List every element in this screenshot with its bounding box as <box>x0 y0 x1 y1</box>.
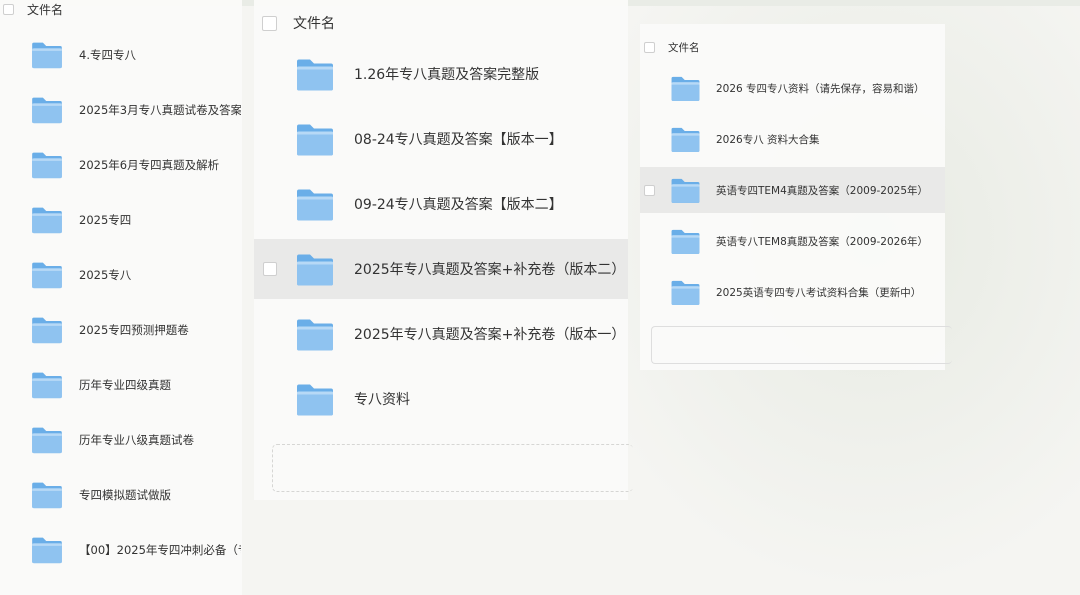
file-name-label[interactable]: 2025专四 <box>79 212 131 228</box>
file-name-label[interactable]: 【00】2025年专四冲刺必备（专项）（更新） <box>79 542 241 558</box>
file-row[interactable]: 英语专八TEM8真题及答案（2009-2026年） <box>640 219 945 265</box>
column-header-filename: 文件名 <box>293 16 335 32</box>
file-row[interactable]: 2025年6月专四真题及解析 <box>0 137 242 192</box>
file-row[interactable]: 2025英语专四专八考试资料合集（更新中） <box>640 270 945 316</box>
folder-icon <box>30 261 64 289</box>
file-row[interactable]: 2026专八 资料大合集 <box>640 116 945 162</box>
folder-icon <box>30 151 64 179</box>
folder-icon <box>295 252 335 287</box>
file-name-label[interactable]: 专八资料 <box>354 389 410 409</box>
folder-icon <box>295 317 335 352</box>
file-row[interactable]: 专八资料 <box>254 369 628 429</box>
row-checkbox[interactable] <box>263 262 277 276</box>
file-name-label[interactable]: 历年专业八级真题试卷 <box>79 432 194 448</box>
file-row[interactable]: 08-24专八真题及答案【版本一】 <box>254 109 628 169</box>
file-name-label[interactable]: 1.26年专八真题及答案完整版 <box>354 64 539 84</box>
file-list-panel-1: 文件名 4.专四专八 2025年3月专八真题试卷及答案 2025年6月专四真题及解析… <box>0 0 242 595</box>
file-name-label[interactable]: 2025年专八真题及答案+补充卷（版本一） <box>354 324 625 344</box>
file-name-label[interactable]: 2025年3月专八真题试卷及答案 <box>79 102 241 118</box>
select-all-checkbox[interactable] <box>644 41 655 53</box>
folder-icon <box>295 57 335 92</box>
folder-icon <box>670 228 701 255</box>
select-all-checkbox[interactable] <box>3 3 14 15</box>
file-name-label[interactable]: 08-24专八真题及答案【版本一】 <box>354 129 563 149</box>
file-list-panel-3: 文件名 2026 专四专八资料（请先保存，容易和谐） 2026专八 资料大合集英语… <box>640 24 952 370</box>
file-name-label[interactable]: 2025年专八真题及答案+补充卷（版本二） <box>354 259 625 279</box>
file-name-label[interactable]: 英语专四TEM4真题及答案（2009-2025年） <box>716 183 928 198</box>
file-row[interactable]: 2025年专八真题及答案+补充卷（版本一） <box>254 304 628 364</box>
file-row[interactable]: 【00】2025年专四冲刺必备（专项）（更新） <box>0 522 242 577</box>
file-name-label[interactable]: 4.专四专八 <box>79 47 136 63</box>
folder-icon <box>30 316 64 344</box>
file-row[interactable]: 2025专四预测押题卷 <box>0 302 242 357</box>
folder-icon <box>295 187 335 222</box>
file-row[interactable]: 历年专业八级真题试卷 <box>0 412 242 467</box>
folder-icon <box>295 382 335 417</box>
file-row[interactable]: 4.专四专八 <box>0 27 242 82</box>
file-name-label[interactable]: 英语专八TEM8真题及答案（2009-2026年） <box>716 234 928 249</box>
list-header: 文件名 <box>644 39 700 55</box>
folder-icon <box>670 279 701 306</box>
file-row[interactable]: 专四模拟题试做版 <box>0 467 242 522</box>
file-row[interactable]: 历年专业四级真题 <box>0 357 242 412</box>
folder-icon <box>670 75 701 102</box>
file-name-label[interactable]: 历年专业四级真题 <box>79 377 171 393</box>
folder-icon <box>30 536 64 564</box>
folder-icon <box>670 177 701 204</box>
empty-drop-area <box>272 444 633 492</box>
file-row[interactable]: 英语专四TEM4真题及答案（2009-2025年） <box>640 167 945 214</box>
folder-icon <box>30 481 64 509</box>
folder-icon <box>30 96 64 124</box>
file-name-label[interactable]: 2025专四预测押题卷 <box>79 322 189 338</box>
empty-drop-area <box>651 326 952 364</box>
column-header-filename: 文件名 <box>27 2 64 17</box>
file-name-label[interactable]: 2025专八 <box>79 267 131 283</box>
file-name-label[interactable]: 2026专八 资料大合集 <box>716 132 820 147</box>
file-name-label[interactable]: 2025英语专四专八考试资料合集（更新中） <box>716 285 921 300</box>
file-row[interactable]: 2025专八 <box>0 247 242 302</box>
file-row[interactable]: 2025年3月专八真题试卷及答案 <box>0 82 242 137</box>
folder-icon <box>30 371 64 399</box>
folder-icon <box>670 126 701 153</box>
folder-icon <box>30 426 64 454</box>
row-checkbox[interactable] <box>644 184 655 196</box>
list-header: 文件名 <box>262 12 335 34</box>
file-row[interactable]: 2026 专四专八资料（请先保存，容易和谐） <box>640 65 945 111</box>
column-header-filename: 文件名 <box>668 41 700 54</box>
folder-icon <box>295 122 335 157</box>
list-header: 文件名 <box>3 0 63 18</box>
folder-icon <box>30 41 64 69</box>
file-row[interactable]: 2025专四 <box>0 192 242 247</box>
file-name-label[interactable]: 09-24专八真题及答案【版本二】 <box>354 194 563 214</box>
file-row[interactable]: 2025年专八真题及答案+补充卷（版本二） <box>254 239 628 299</box>
select-all-checkbox[interactable] <box>262 15 277 31</box>
file-row[interactable]: 1.26年专八真题及答案完整版 <box>254 44 628 104</box>
file-name-label[interactable]: 2025年6月专四真题及解析 <box>79 157 219 173</box>
file-name-label[interactable]: 专四模拟题试做版 <box>79 487 171 503</box>
file-name-label[interactable]: 2026 专四专八资料（请先保存，容易和谐） <box>716 81 925 96</box>
file-list-panel-2: 文件名 1.26年专八真题及答案完整版 08-24专八真题及答案【版本一】 09-2… <box>254 0 633 500</box>
folder-icon <box>30 206 64 234</box>
file-row[interactable]: 09-24专八真题及答案【版本二】 <box>254 174 628 234</box>
